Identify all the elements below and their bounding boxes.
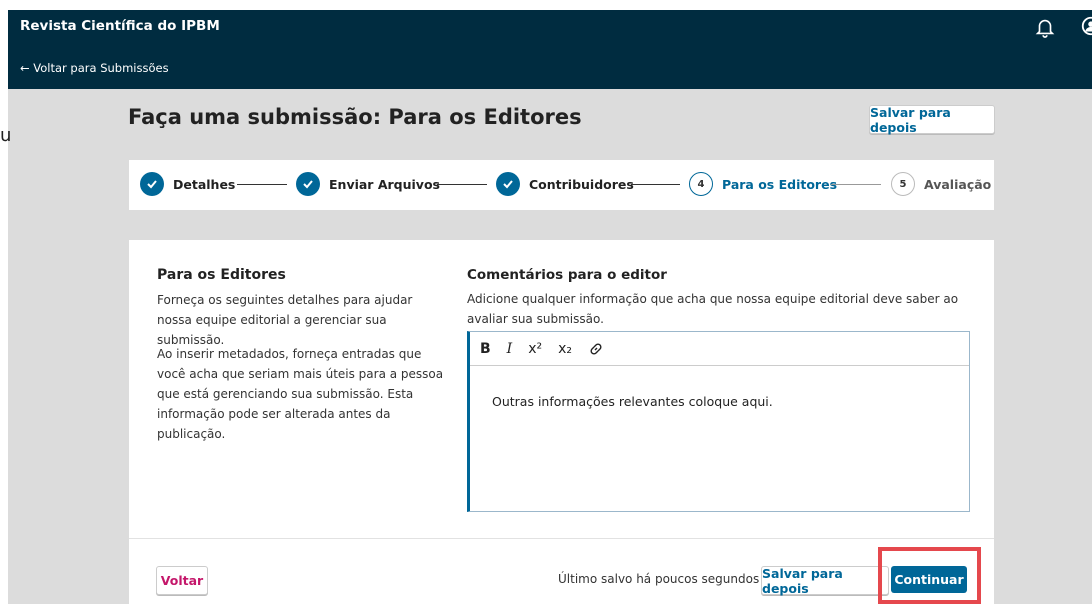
form-panel: Para os Editores Forneça os seguintes de… [129,240,994,604]
step-connector [631,184,680,185]
last-saved-status: Último salvo há poucos segundos [558,572,760,586]
step-label: Para os Editores [722,176,838,192]
step-number: 4 [689,172,713,196]
section-metadata-note: Ao inserir metadados, forneça entradas q… [157,347,444,441]
comments-text[interactable]: Outras informações relevantes coloque aq… [492,394,773,409]
step-upload-files[interactable]: Enviar Arquivos [296,172,440,196]
edge-letter: u [0,125,12,146]
step-details[interactable]: Detalhes [140,172,235,196]
check-icon [140,172,164,196]
comments-help: Adicione qualquer informação que acha qu… [467,292,959,326]
save-for-later-button-bottom[interactable]: Salvar para depois [761,566,889,596]
editor-toolbar: B I x² x₂ [470,332,969,366]
step-connector [437,184,487,185]
back-to-submissions-link[interactable]: ← Voltar para Submissões [20,61,169,75]
italic-button[interactable]: I [507,341,513,357]
step-label: Avaliação [924,176,992,192]
step-label: Detalhes [173,176,236,192]
user-icon[interactable] [1080,15,1092,37]
highlight-box [878,547,981,604]
page-title: Faça uma submissão: Para os Editores [128,105,582,129]
step-label: Enviar Arquivos [329,176,440,192]
subscript-button[interactable]: x₂ [558,341,572,357]
step-for-editors[interactable]: 4 Para os Editores [689,172,837,196]
site-title[interactable]: Revista Científica do IPBM [20,18,220,34]
comments-editor[interactable]: B I x² x₂ Outras informações relevantes … [467,331,970,512]
step-label: Contribuidores [529,176,634,192]
submission-steps: Detalhes Enviar Arquivos Contribuidores … [129,160,994,210]
step-number: 5 [891,172,915,196]
bell-icon[interactable] [1034,16,1056,38]
top-header: Revista Científica do IPBM ← Voltar para… [8,10,1092,89]
comments-label: Comentários para o editor [467,267,667,283]
section-description: Forneça os seguintes detalhes para ajuda… [157,293,413,347]
save-for-later-button[interactable]: Salvar para depois [869,105,995,135]
bold-button[interactable]: B [480,341,491,357]
step-connector [831,184,881,185]
footer-divider [129,538,994,539]
check-icon [296,172,320,196]
step-connector [237,184,287,185]
step-review[interactable]: 5 Avaliação [891,172,991,196]
section-heading: Para os Editores [157,267,286,283]
link-icon[interactable] [588,341,604,357]
step-contributors[interactable]: Contribuidores [496,172,634,196]
back-button[interactable]: Voltar [156,566,208,595]
check-icon [496,172,520,196]
superscript-button[interactable]: x² [528,341,542,357]
